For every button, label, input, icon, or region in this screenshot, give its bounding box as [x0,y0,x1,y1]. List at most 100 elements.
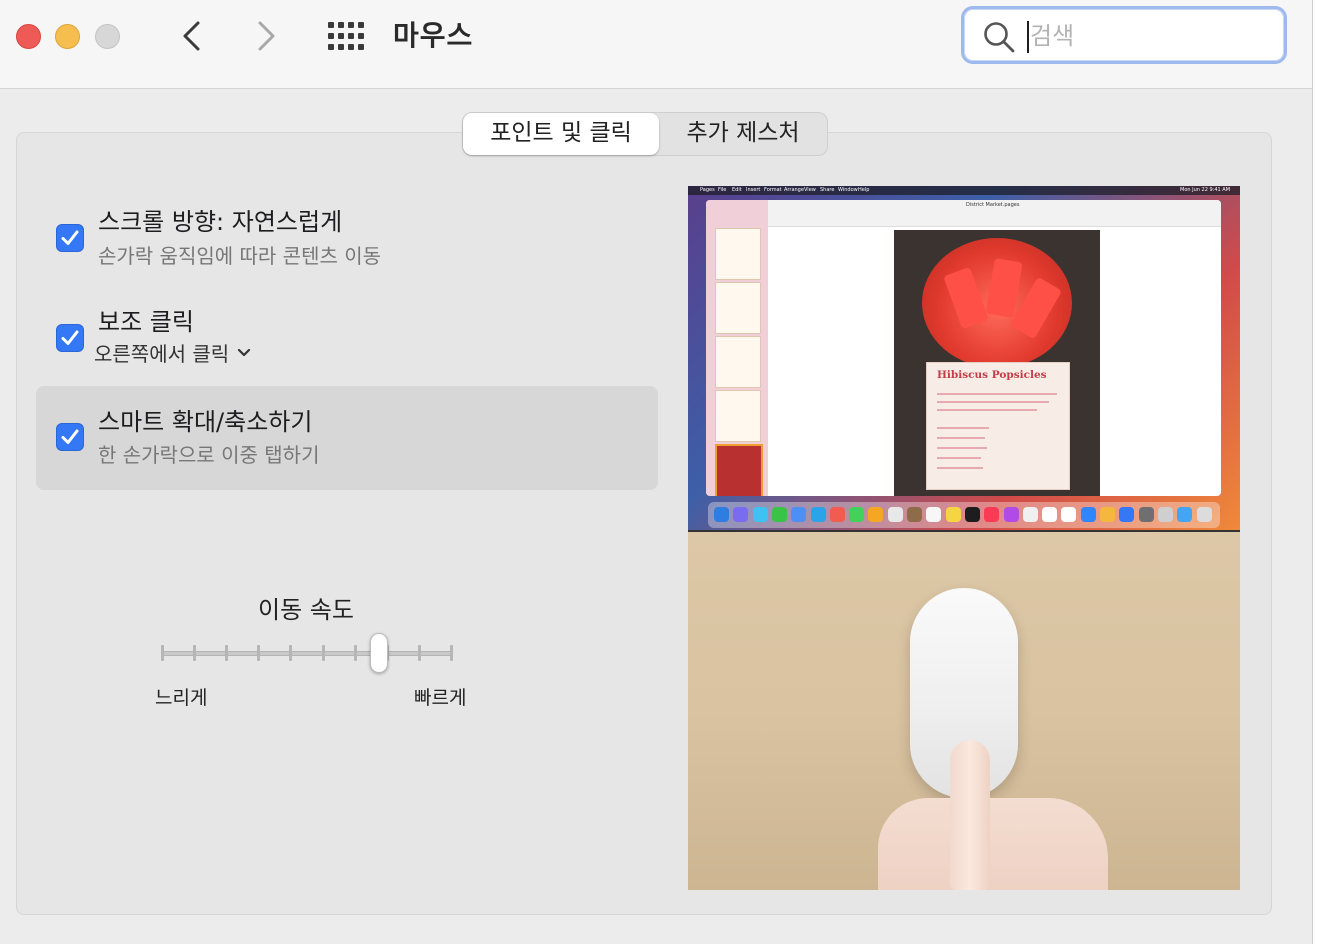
preview-dock-icon [1119,507,1135,522]
preview-dock-icon [1061,507,1077,522]
preview-menu-item: Edit [732,187,742,193]
tracking-speed-label: 이동 속도 [258,596,354,624]
preview-menu-item: Pages [700,187,715,193]
preview-menu-item: Arrange [784,187,804,193]
option-subtitle: 한 손가락으로 이중 탭하기 [98,443,320,467]
checkmark-icon [61,330,79,345]
preview-dock-icon [1157,507,1173,522]
preview-dock-icon [1003,507,1019,522]
gesture-preview-video: Pages File Edit Insert Format Arrange Vi… [688,186,1240,890]
preview-thumb [715,282,761,334]
preview-pages-window: District Market.pages Hibiscus Popsicles [706,200,1221,496]
preview-dock-icon [868,507,884,522]
scroll-direction-checkbox[interactable] [56,224,84,252]
secondary-click-popup[interactable]: 오른쪽에서 클릭 [94,338,251,367]
preview-menu-item: Help [858,187,870,193]
preview-thumb [715,228,761,280]
preview-hand [878,798,1108,890]
slider-max-label: 빠르게 [414,687,467,709]
slider-tick [257,645,261,661]
preview-dock [708,502,1220,528]
preview-menu-item: File [718,187,727,193]
preview-mac-screen: Pages File Edit Insert Format Arrange Vi… [688,186,1240,532]
preview-dock-icon [829,507,845,522]
preview-dock-icon [945,507,961,522]
show-all-grid-button[interactable] [328,22,364,50]
preview-toolbar: District Market.pages [706,200,1221,227]
preview-dock-icon [1100,507,1115,522]
slider-tick [225,645,229,661]
slider-tick [353,645,357,661]
title-bar: 마우스 [0,0,1312,89]
preview-thumb-selected [715,444,763,496]
option-title: 보조 클릭 [98,308,194,336]
preview-document-title: District Market.pages [966,202,1020,208]
preview-menu-item: Window [838,187,858,193]
slider-tick [193,645,197,661]
preview-dock-icon [733,507,749,522]
preview-dock-icon [1042,507,1058,522]
chevron-down-icon [238,348,251,356]
slider-tick [450,645,453,661]
slider-tick [417,645,421,661]
option-scroll-direction[interactable]: 스크롤 방향: 자연스럽게 손가락 움직임에 따라 콘텐츠 이동 [36,188,658,292]
preview-menu-item: View [804,187,816,193]
zoom-window-button [95,24,120,49]
tab-more-gestures[interactable]: 추가 제스처 [659,113,827,155]
preview-dock-icon [1177,507,1193,522]
search-field[interactable] [961,6,1287,64]
preview-dock-icon [887,507,903,522]
preview-thumbnails [706,200,768,496]
preview-dock-icon [964,507,980,522]
slider-tick [161,645,164,661]
minimize-window-button[interactable] [55,24,80,49]
window-edge [1312,0,1318,944]
preview-dock-icon [1022,507,1038,522]
preview-dock-icon [791,507,807,522]
option-smart-zoom[interactable]: 스마트 확대/축소하기 한 손가락으로 이중 탭하기 [36,386,658,490]
slider-min-label: 느리게 [155,687,208,709]
preview-document-page: Hibiscus Popsicles [894,230,1100,496]
preview-dock-icon [714,507,729,522]
preview-dock-icon [771,507,787,522]
tracking-speed-thumb[interactable] [369,633,388,673]
back-button[interactable] [177,18,207,54]
preview-thumb [715,390,761,442]
preview-dock-icon [1138,507,1154,522]
slider-tick [321,645,325,661]
slider-tick [289,645,293,661]
preview-dock-icon [926,507,942,522]
close-window-button[interactable] [16,24,41,49]
window-title: 마우스 [393,19,474,52]
preview-dock-icon [907,507,922,522]
smart-zoom-checkbox[interactable] [56,423,84,451]
preview-dock-icon [984,507,1000,522]
tab-point-and-click[interactable]: 포인트 및 클릭 [463,113,659,155]
search-input[interactable] [1030,19,1260,53]
option-secondary-click[interactable]: 보조 클릭 오른쪽에서 클릭 [36,290,658,394]
chevron-right-icon [258,21,275,51]
option-title: 스마트 확대/축소하기 [98,408,313,436]
tab-bar: 포인트 및 클릭 추가 제스처 [462,112,828,156]
text-caret [1027,21,1029,53]
preview-finger [950,740,990,890]
preview-menu-item: Share [820,187,835,193]
forward-button[interactable] [251,18,281,54]
preview-clock: Mon Jun 22 9:41 AM [1180,187,1231,193]
grid-icon [328,22,364,50]
preview-menu-item: Format [764,187,782,193]
preview-dock-icon [810,507,826,522]
chevron-left-icon [183,21,200,51]
preview-recipe-card: Hibiscus Popsicles [926,362,1070,490]
popup-value: 오른쪽에서 클릭 [94,342,230,366]
option-title: 스크롤 방향: 자연스럽게 [98,208,343,236]
preview-thumb [715,336,761,388]
checkmark-icon [61,230,79,245]
tracking-speed-track[interactable] [161,651,453,656]
preview-menubar: Pages File Edit Insert Format Arrange Vi… [688,186,1240,195]
secondary-click-checkbox[interactable] [56,324,84,352]
preview-card-title: Hibiscus Popsicles [937,369,1047,381]
preview-dock-icon [1196,507,1212,522]
preview-menu-item: Insert [746,187,761,193]
search-icon [984,22,1015,53]
